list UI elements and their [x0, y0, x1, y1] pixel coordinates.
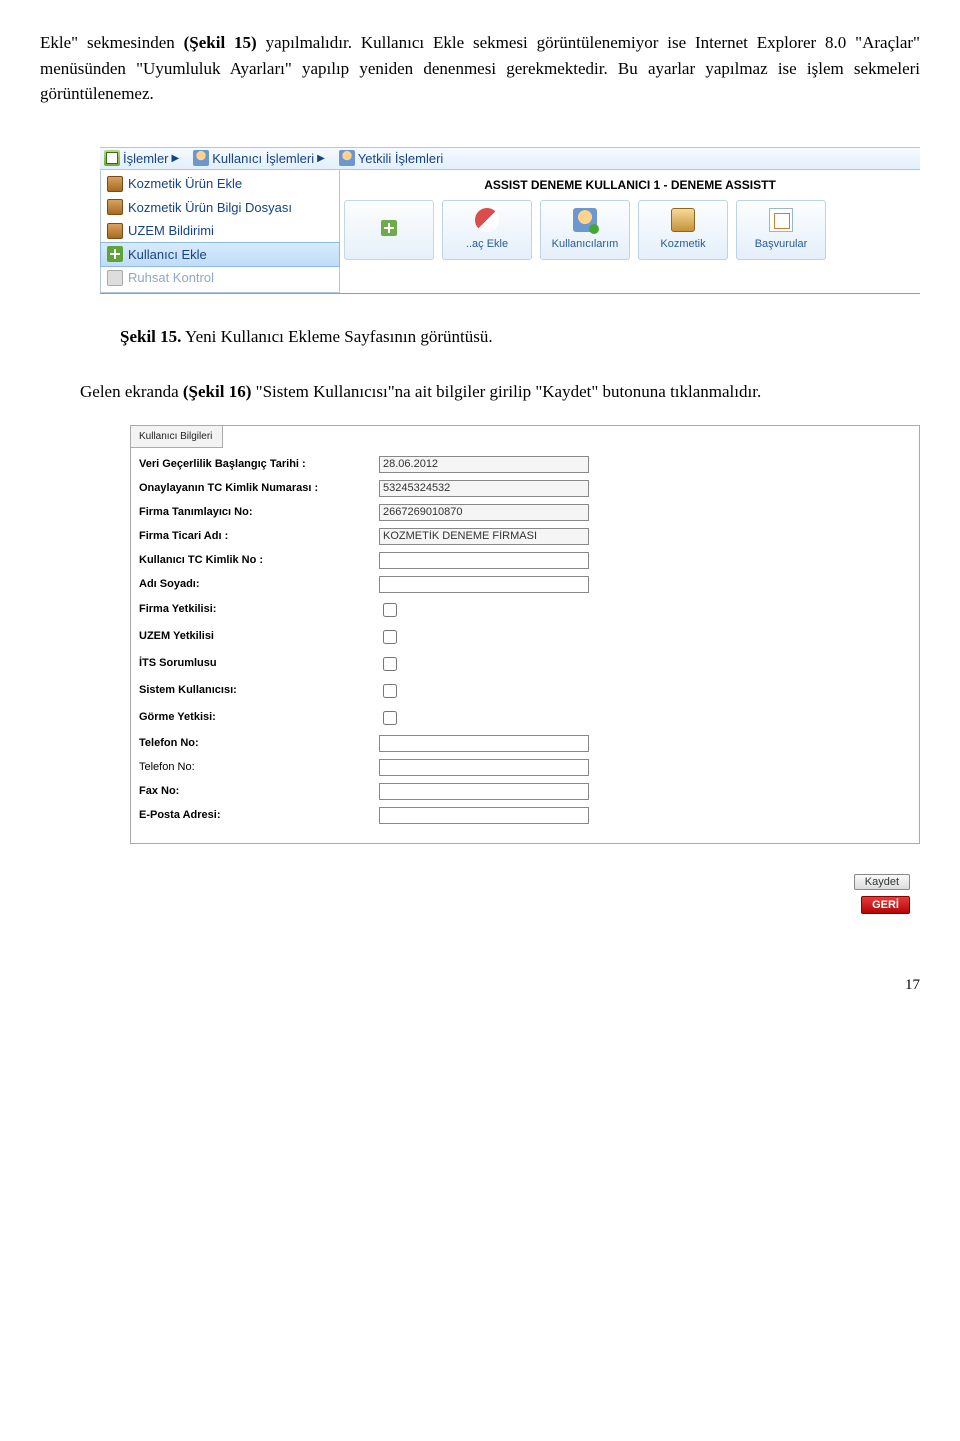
input-date[interactable] — [379, 456, 589, 473]
label-kullanici-tc: Kullanıcı TC Kimlik No : — [139, 552, 379, 569]
p1-ref: (Şekil 15) — [184, 33, 257, 52]
label-sistem-kullanicisi: Sistem Kullanıcısı: — [139, 682, 379, 699]
label-uzem-yetkilisi: UZEM Yetkilisi — [139, 628, 379, 645]
toolbar-label: Başvurular — [755, 236, 808, 253]
box-icon — [107, 176, 123, 192]
label-telefon-1: Telefon No: — [139, 735, 379, 752]
p2-ref: (Şekil 16) — [183, 382, 251, 401]
chevron-right-icon: ▶ — [317, 151, 325, 166]
dropdown-item-label: UZEM Bildirimi — [128, 221, 214, 241]
islemler-dropdown: Kozmetik Ürün Ekle Kozmetik Ürün Bilgi D… — [100, 170, 340, 293]
toolbar: ..aç Ekle Kullanıcılarım Kozmetik Başvur… — [340, 194, 920, 266]
toolbar-label: Kullanıcılarım — [552, 236, 619, 253]
checkbox-its-sorumlusu[interactable] — [383, 657, 397, 671]
input-email[interactable] — [379, 807, 589, 824]
menu-top-bar: İşlemler ▶ Kullanıcı İşlemleri ▶ Yetkili… — [100, 147, 920, 171]
menu-kullanici-islemleri[interactable]: Kullanıcı İşlemleri ▶ — [193, 149, 325, 169]
toolbar-btn-partial[interactable] — [344, 200, 434, 260]
back-button[interactable]: GERİ — [861, 896, 910, 914]
toolbar-btn-kozmetik[interactable]: Kozmetik — [638, 200, 728, 260]
label-adi-soyadi: Adı Soyadı: — [139, 576, 379, 593]
input-fax[interactable] — [379, 783, 589, 800]
toolbar-label: ..aç Ekle — [466, 236, 508, 253]
toolbar-label: Kozmetik — [660, 236, 705, 253]
user-icon — [193, 150, 209, 166]
p2-c: "Sistem Kullanıcısı"na ait bilgiler giri… — [251, 382, 761, 401]
dropdown-uzem-bildirimi[interactable]: UZEM Bildirimi — [101, 219, 339, 243]
figure-15-caption: Şekil 15. Yeni Kullanıcı Ekleme Sayfasın… — [120, 324, 920, 350]
label-gorme-yetkisi: Görme Yetkisi: — [139, 709, 379, 726]
cosmetic-icon — [671, 208, 695, 232]
save-button[interactable]: Kaydet — [854, 874, 910, 890]
box-icon — [107, 223, 123, 239]
user-add-icon — [573, 208, 597, 232]
label-telefon-2: Telefon No: — [139, 759, 379, 776]
p1-a: Ekle" sekmesinden — [40, 33, 184, 52]
user-icon — [339, 150, 355, 166]
chevron-right-icon: ▶ — [172, 151, 180, 166]
dropdown-kozmetik-urun-bilgi[interactable]: Kozmetik Ürün Bilgi Dosyası — [101, 196, 339, 220]
dropdown-item-label: Kozmetik Ürün Bilgi Dosyası — [128, 198, 292, 218]
paragraph-2: Gelen ekranda (Şekil 16) "Sistem Kullanı… — [40, 379, 920, 405]
plus-icon — [107, 246, 123, 262]
user-form: Kullanıcı Bilgileri Veri Geçerlilik Başl… — [130, 425, 920, 844]
dropdown-item-label: Kozmetik Ürün Ekle — [128, 174, 242, 194]
menu-islemler-label: İşlemler — [123, 149, 169, 169]
label-firma-ad: Firma Ticari Adı : — [139, 528, 379, 545]
doc-icon — [104, 150, 120, 166]
menu-kullanici-label: Kullanıcı İşlemleri — [212, 149, 314, 169]
menu-islemler[interactable]: İşlemler ▶ — [104, 149, 179, 169]
input-firma-no[interactable] — [379, 504, 589, 521]
input-telefon-2[interactable] — [379, 759, 589, 776]
checkbox-firma-yetkilisi[interactable] — [383, 603, 397, 617]
label-firma-yetkilisi: Firma Yetkilisi: — [139, 601, 379, 618]
menu-yetkili-islemleri[interactable]: Yetkili İşlemleri — [339, 149, 444, 169]
label-onay-tc: Onaylayanın TC Kimlik Numarası : — [139, 480, 379, 497]
user-banner: ASSIST DENEME KULLANICI 1 - DENEME ASSIS… — [340, 170, 920, 194]
caption-bold: Şekil 15. — [120, 327, 181, 346]
caption-text: Yeni Kullanıcı Ekleme Sayfasının görüntü… — [181, 327, 492, 346]
label-its-sorumlusu: İTS Sorumlusu — [139, 655, 379, 672]
input-adi-soyadi[interactable] — [379, 576, 589, 593]
box-icon — [107, 199, 123, 215]
input-onay-tc[interactable] — [379, 480, 589, 497]
label-email: E-Posta Adresi: — [139, 807, 379, 824]
checkbox-gorme-yetkisi[interactable] — [383, 711, 397, 725]
dropdown-ruhsat-kontrol[interactable]: Ruhsat Kontrol — [101, 266, 339, 290]
doc-icon — [107, 270, 123, 286]
label-firma-no: Firma Tanımlayıcı No: — [139, 504, 379, 521]
checkbox-sistem-kullanicisi[interactable] — [383, 684, 397, 698]
form-buttons: Kaydet GERİ — [130, 874, 920, 914]
p2-a: Gelen ekranda — [80, 382, 183, 401]
checkbox-uzem-yetkilisi[interactable] — [383, 630, 397, 644]
toolbar-btn-ilac-ekle[interactable]: ..aç Ekle — [442, 200, 532, 260]
dropdown-item-label: Ruhsat Kontrol — [128, 268, 214, 288]
form-icon — [769, 208, 793, 232]
paragraph-1: Ekle" sekmesinden (Şekil 15) yapılmalıdı… — [40, 30, 920, 107]
menu-yetkili-label: Yetkili İşlemleri — [358, 149, 444, 169]
label-fax: Fax No: — [139, 783, 379, 800]
form-tab-title: Kullanıcı Bilgileri — [131, 426, 223, 448]
dropdown-item-label: Kullanıcı Ekle — [128, 245, 207, 265]
plus-icon — [381, 220, 397, 236]
toolbar-btn-basvurular[interactable]: Başvurular — [736, 200, 826, 260]
input-kullanici-tc[interactable] — [379, 552, 589, 569]
dropdown-kozmetik-urun-ekle[interactable]: Kozmetik Ürün Ekle — [101, 172, 339, 196]
input-firma-ad[interactable] — [379, 528, 589, 545]
toolbar-btn-kullanicilarim[interactable]: Kullanıcılarım — [540, 200, 630, 260]
label-date: Veri Geçerlilik Başlangıç Tarihi : — [139, 456, 379, 473]
dropdown-kullanici-ekle[interactable]: Kullanıcı Ekle — [101, 243, 339, 267]
input-telefon-1[interactable] — [379, 735, 589, 752]
menu-screenshot: İşlemler ▶ Kullanıcı İşlemleri ▶ Yetkili… — [100, 147, 920, 294]
pill-icon — [475, 208, 499, 232]
page-number: 17 — [40, 974, 920, 997]
